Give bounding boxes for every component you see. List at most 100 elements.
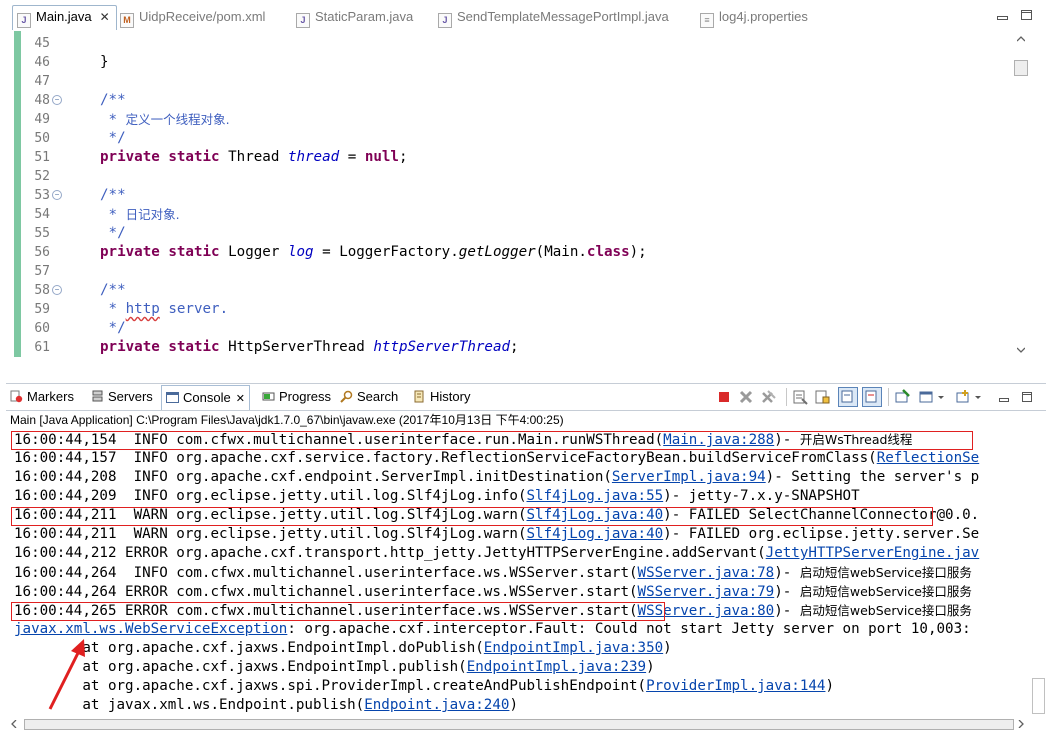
toolbar-separator	[888, 388, 889, 406]
source-link[interactable]: Slf4jLog.java:40	[527, 526, 664, 542]
terminate-icon[interactable]	[716, 389, 732, 405]
fold-toggle-icon[interactable]: −	[52, 95, 62, 105]
scroll-up-icon[interactable]	[1017, 36, 1025, 42]
scroll-left-icon[interactable]	[11, 720, 17, 728]
maximize-icon[interactable]	[1021, 10, 1032, 20]
editor-tab-log4j-properties[interactable]: ≡ log4j.properties	[700, 6, 808, 28]
code-line: * 日记对象.	[100, 207, 180, 223]
tab-label: Markers	[27, 389, 74, 404]
code-line: /**	[100, 92, 126, 108]
source-link[interactable]: Slf4jLog.java:55	[527, 488, 664, 504]
code-editor[interactable]: 45 46 47 48 49 50 51 52 53 54 55 56 57 5…	[0, 31, 1049, 359]
remove-all-launches-icon[interactable]	[761, 389, 777, 405]
java-file-icon: J	[438, 13, 452, 28]
code-line: private static HttpServerThread httpServ…	[100, 339, 519, 355]
source-link[interactable]: WSServer.java:78	[638, 565, 775, 581]
view-tab-bar: Markers Servers Console ✕ Progress Search…	[6, 383, 1046, 411]
tab-servers[interactable]: Servers	[91, 387, 153, 407]
editor-tab-pom-xml[interactable]: M UidpReceive/pom.xml	[120, 6, 265, 28]
minimize-icon[interactable]	[997, 10, 1008, 20]
markers-icon	[10, 390, 23, 403]
editor-tab-main-java[interactable]: J Main.java ✕	[12, 5, 117, 30]
code-area[interactable]: } /** * 定义一个线程对象. */ private static Thre…	[62, 31, 1012, 359]
console-output[interactable]: 16:00:44,154 INFO com.cfwx.multichannel.…	[10, 430, 1027, 714]
line-number: 51	[34, 150, 50, 165]
tab-label: History	[430, 389, 471, 404]
close-icon[interactable]: ✕	[100, 10, 110, 24]
editor-tab-label: SendTemplateMessagePortImpl.java	[457, 9, 669, 24]
line-number: 47	[34, 74, 50, 89]
source-link[interactable]: ProviderImpl.java:144	[646, 678, 825, 694]
stack-frame: at org.apache.cxf.jaxws.spi.ProviderImpl…	[14, 678, 834, 694]
progress-icon	[262, 392, 275, 401]
console-line: 16:00:44,209 INFO org.eclipse.jetty.util…	[14, 488, 860, 504]
minimize-icon[interactable]	[996, 389, 1012, 405]
line-number: 45	[34, 36, 50, 51]
scroll-thumb[interactable]	[1032, 678, 1045, 714]
console-line: 16:00:44,264 ERROR com.cfwx.multichannel…	[14, 584, 972, 600]
code-line: */	[100, 130, 126, 146]
console-icon	[166, 392, 179, 403]
editor-tab-staticparam-java[interactable]: J StaticParam.java	[296, 6, 413, 28]
source-link[interactable]: EndpointImpl.java:239	[467, 659, 646, 675]
display-selected-console-icon[interactable]	[918, 389, 934, 405]
remove-launch-icon[interactable]	[738, 389, 754, 405]
scroll-thumb[interactable]	[24, 719, 1014, 730]
open-console-icon[interactable]	[955, 389, 971, 405]
console-vertical-scrollbar[interactable]	[1030, 430, 1046, 717]
tab-history[interactable]: History	[413, 387, 470, 407]
java-file-icon: J	[296, 13, 310, 28]
line-number: 60	[34, 321, 50, 336]
source-link[interactable]: Endpoint.java:240	[364, 697, 509, 713]
line-number: 55	[34, 226, 50, 241]
fold-toggle-icon[interactable]: −	[52, 190, 62, 200]
toolbar-separator	[786, 388, 787, 406]
annotation-box	[11, 602, 665, 621]
console-horizontal-scrollbar[interactable]	[8, 716, 1030, 732]
line-number: 46	[34, 55, 50, 70]
tab-console[interactable]: Console ✕	[161, 385, 250, 410]
chevron-down-icon[interactable]	[973, 389, 983, 405]
editor-tab-label: UidpReceive/pom.xml	[139, 9, 266, 24]
line-number: 48	[34, 93, 50, 108]
source-link[interactable]: ReflectionSe	[877, 450, 980, 466]
stack-frame: at org.apache.cxf.jaxws.EndpointImpl.doP…	[14, 640, 672, 656]
source-link[interactable]: EndpointImpl.java:350	[484, 640, 663, 656]
scroll-down-icon[interactable]	[1017, 347, 1025, 353]
tab-search[interactable]: Search	[340, 387, 398, 407]
code-line: private static Thread thread = null;	[100, 149, 408, 165]
editor-tab-label: StaticParam.java	[315, 9, 414, 24]
line-number: 52	[34, 169, 50, 184]
line-number: 50	[34, 131, 50, 146]
clear-console-icon[interactable]	[792, 389, 808, 405]
source-link[interactable]: WSServer.java:79	[638, 584, 775, 600]
code-line: */	[100, 225, 126, 241]
source-link[interactable]: JettyHTTPServerEngine.jav	[766, 545, 980, 561]
scroll-right-icon[interactable]	[1018, 720, 1024, 728]
show-console-on-stdout-icon[interactable]	[838, 387, 858, 407]
code-line: }	[100, 54, 109, 70]
stack-frame: at org.apache.cxf.jaxws.EndpointImpl.pub…	[14, 659, 655, 675]
change-marker	[14, 31, 21, 357]
javadoc-text: 日记对象.	[125, 207, 180, 222]
fold-toggle-icon[interactable]: −	[52, 285, 62, 295]
xml-file-icon: M	[120, 13, 134, 28]
servers-icon	[92, 390, 103, 402]
editor-tab-sendtemplate-java[interactable]: J SendTemplateMessagePortImpl.java	[438, 6, 669, 28]
line-number: 54	[34, 207, 50, 222]
maximize-icon[interactable]	[1019, 389, 1035, 405]
chevron-down-icon[interactable]	[936, 389, 946, 405]
show-console-on-stderr-icon[interactable]	[862, 387, 882, 407]
pin-console-icon[interactable]	[894, 389, 910, 405]
close-icon[interactable]: ✕	[236, 393, 245, 405]
editor-vertical-scrollbar[interactable]	[1013, 33, 1029, 358]
source-link[interactable]: ServerImpl.java:94	[612, 469, 766, 485]
scroll-thumb[interactable]	[1014, 60, 1028, 76]
console-line: 16:00:44,212 ERROR org.apache.cxf.transp…	[14, 545, 980, 561]
tab-label: Servers	[108, 389, 153, 404]
tab-progress[interactable]: Progress	[262, 387, 331, 407]
code-line: /**	[100, 282, 126, 298]
tab-markers[interactable]: Markers	[10, 387, 74, 407]
line-number: 59	[34, 302, 50, 317]
scroll-lock-icon[interactable]	[814, 389, 830, 405]
